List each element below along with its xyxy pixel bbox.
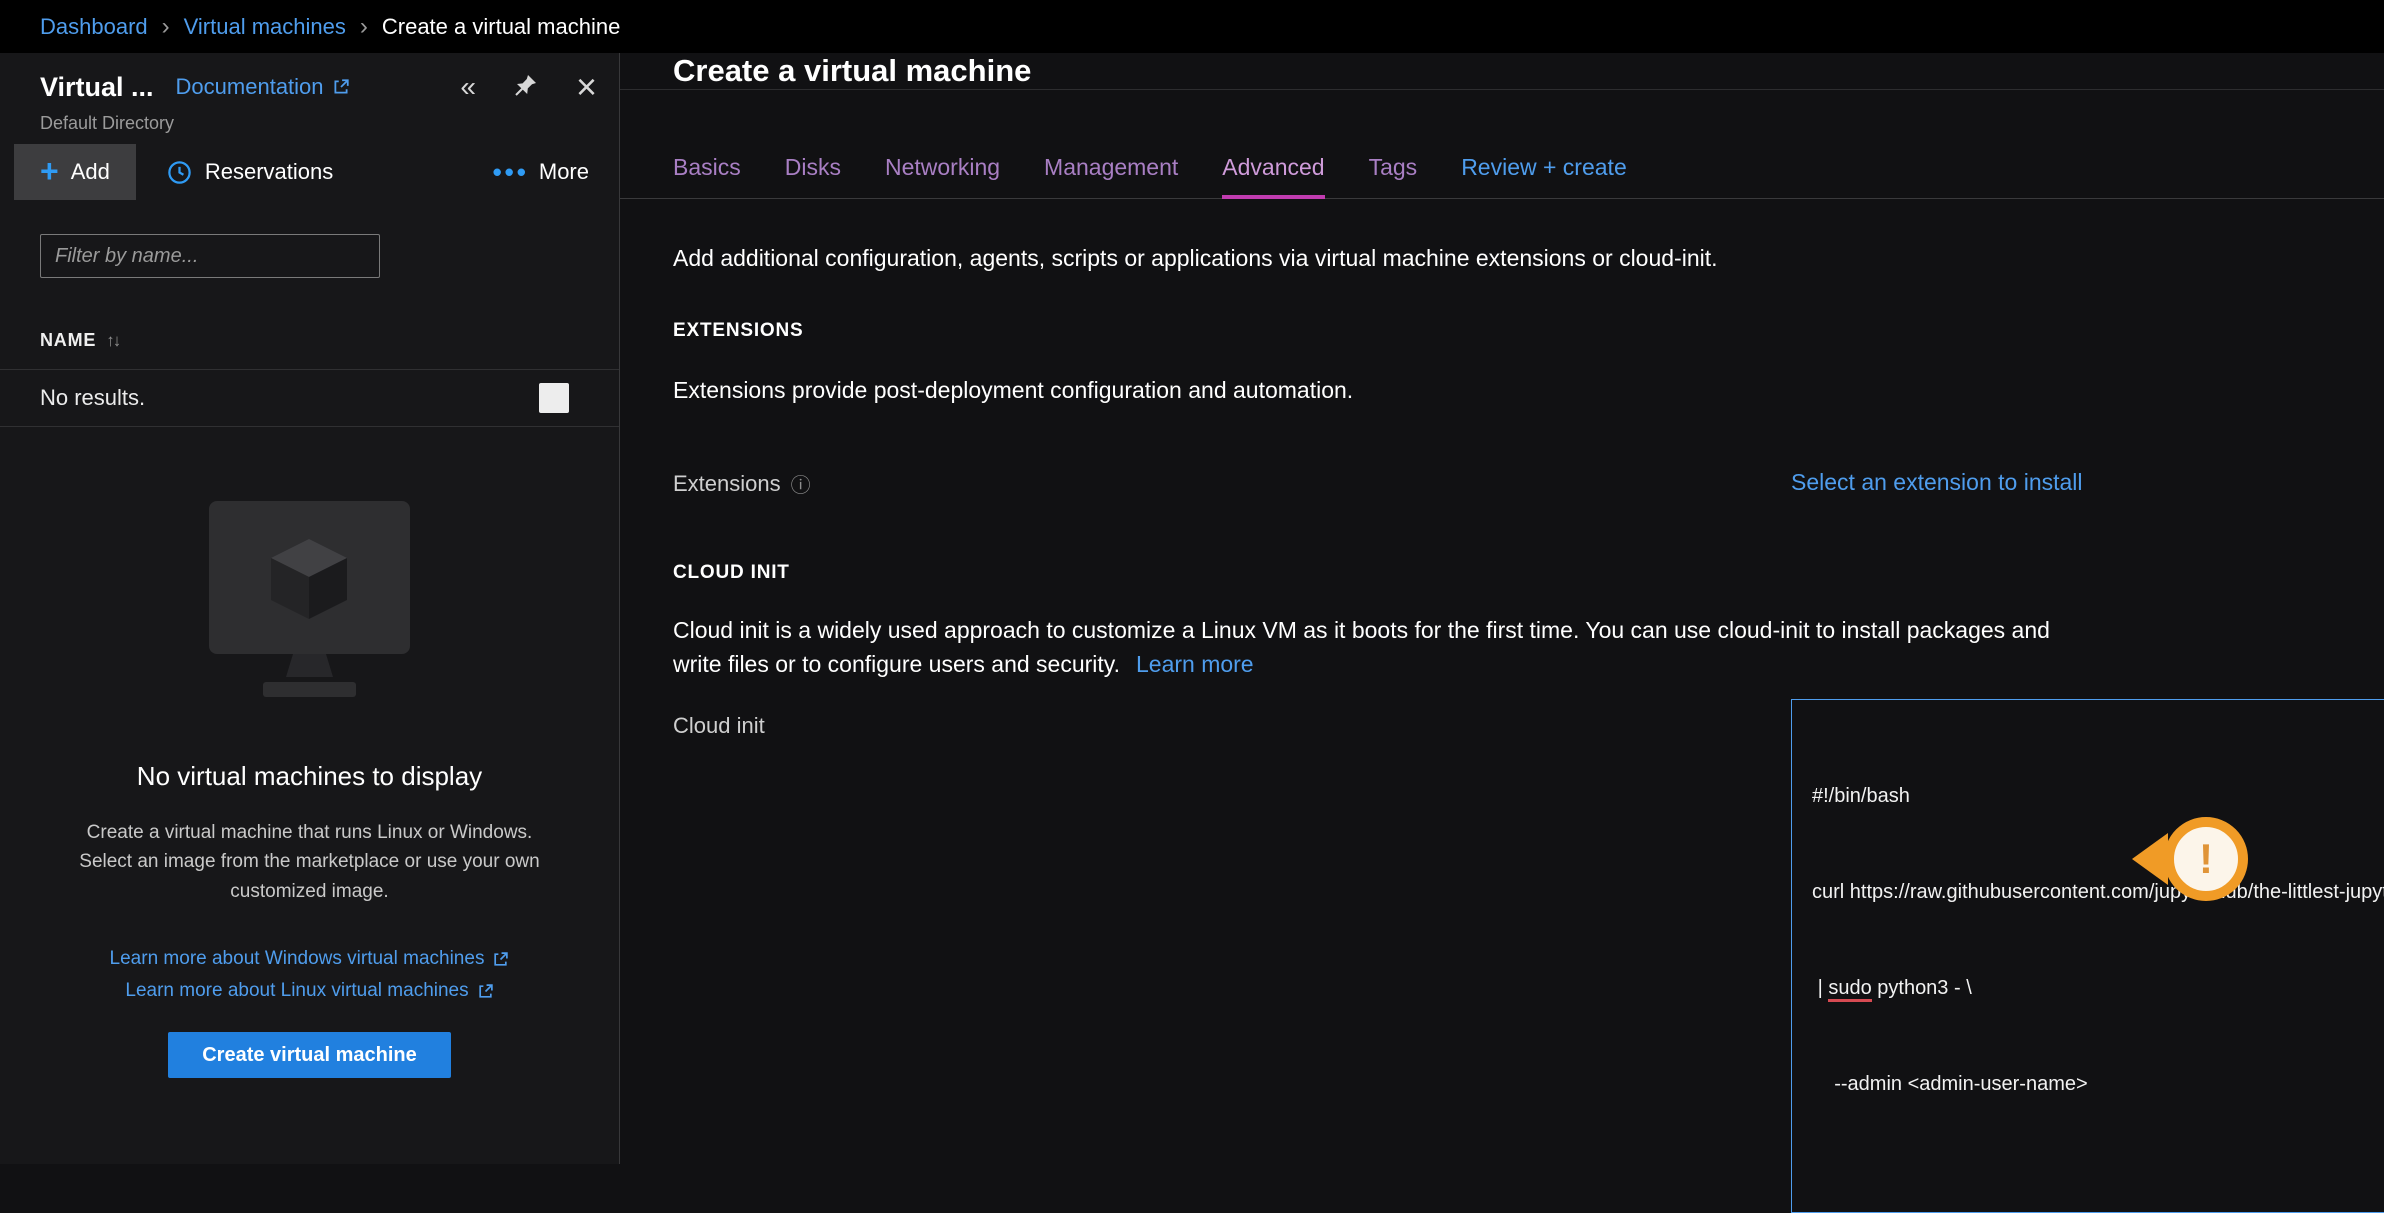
monitor-cube-icon [207,499,412,707]
cloud-init-field-row: Cloud init #!/bin/bash curl https://raw.… [673,699,2384,1213]
breadcrumb-dashboard[interactable]: Dashboard [40,14,148,40]
no-results-row: No results. [0,369,619,427]
no-results-label: No results. [40,385,145,411]
tab-review-create[interactable]: Review + create [1461,154,1627,199]
create-vm-panel: Create a virtual machine Basics Disks Ne… [620,53,2384,1164]
cloud-init-field-label: Cloud init [673,713,765,739]
code-segment: python3 - \ [1872,977,1972,999]
tab-networking[interactable]: Networking [885,154,1000,199]
code-line: | sudo python3 - \ [1812,972,2384,1004]
empty-state-title: No virtual machines to display [44,761,575,792]
blade-title: Virtual ... [40,72,154,103]
learn-linux-link-label: Learn more about Linux virtual machines [125,980,468,1002]
tutorial-pointer: ! [2132,817,2248,901]
collapse-blade-icon[interactable]: « [460,73,476,101]
extensions-field-label: Extensions [673,471,781,497]
sort-icon: ↑↓ [106,331,119,351]
breadcrumb-separator-icon: › [162,13,170,41]
extensions-field-row: Extensions ⓘ Select an extension to inst… [673,455,2384,498]
code-line: curl https://raw.githubusercontent.com/j… [1812,876,2384,908]
create-virtual-machine-button[interactable]: Create virtual machine [168,1032,451,1078]
extensions-heading: EXTENSIONS [673,320,2384,342]
advanced-intro-text: Add additional configuration, agents, sc… [673,245,2384,272]
empty-state-description: Create a virtual machine that runs Linux… [60,818,560,906]
cloud-init-heading: CLOUD INIT [673,562,2384,584]
documentation-link[interactable]: Documentation [176,74,350,100]
virtual-machines-blade: Virtual ... Documentation « × Default Di… [0,53,620,1164]
misspelled-word: sudo [1828,977,1871,1002]
tab-management[interactable]: Management [1044,154,1178,199]
info-icon[interactable]: ⓘ [791,469,811,498]
cloud-init-description-text: Cloud init is a widely used approach to … [673,617,2050,676]
name-column-label: NAME [40,330,96,351]
more-button[interactable]: ••• More [493,159,589,185]
learn-windows-link-label: Learn more about Windows virtual machine… [110,948,485,970]
wizard-tabs: Basics Disks Networking Management Advan… [620,154,2384,199]
cloud-init-description: Cloud init is a widely used approach to … [673,614,2063,681]
tab-basics[interactable]: Basics [673,154,741,199]
tab-tags[interactable]: Tags [1369,154,1418,199]
plus-icon: + [40,155,59,187]
azure-portal-page: Dashboard › Virtual machines › Create a … [0,0,2384,1164]
external-link-icon [332,78,350,96]
breadcrumb: Dashboard › Virtual machines › Create a … [0,0,2384,53]
reservations-button[interactable]: Reservations [166,159,333,186]
blade-toolbar: + Add Reservations ••• More [0,144,619,200]
breadcrumb-virtual-machines[interactable]: Virtual machines [184,14,346,40]
more-button-label: More [539,159,589,185]
pointer-arrow-icon [2132,833,2168,885]
blade-header: Virtual ... Documentation « × Default Di… [0,53,619,144]
documentation-link-label: Documentation [176,74,324,100]
breadcrumb-separator-icon: › [360,13,368,41]
cloud-init-textarea[interactable]: #!/bin/bash curl https://raw.githubuserc… [1791,699,2384,1213]
clock-icon [166,159,193,186]
directory-label: Default Directory [40,113,597,134]
add-button[interactable]: + Add [14,144,136,200]
panel-header: Create a virtual machine [620,53,2384,90]
learn-more-link[interactable]: Learn more [1136,651,1254,677]
close-blade-icon[interactable]: × [576,69,597,105]
row-checkbox[interactable] [539,383,569,413]
empty-state: No virtual machines to display Create a … [0,499,619,1078]
reservations-button-label: Reservations [205,159,333,185]
external-link-icon [492,951,509,968]
add-button-label: Add [71,159,110,185]
select-extension-link[interactable]: Select an extension to install [1791,455,2083,496]
ellipsis-icon: ••• [493,166,529,179]
tab-disks[interactable]: Disks [785,154,841,199]
code-line: #!/bin/bash [1812,780,2384,812]
code-segment: | [1812,977,1828,999]
name-column-header[interactable]: NAME ↑↓ [40,330,579,369]
learn-linux-link[interactable]: Learn more about Linux virtual machines [125,980,493,1002]
page-title: Create a virtual machine [673,53,1031,89]
external-link-icon [477,983,494,1000]
learn-windows-link[interactable]: Learn more about Windows virtual machine… [110,948,510,970]
extensions-description: Extensions provide post-deployment confi… [673,374,2063,407]
breadcrumb-current: Create a virtual machine [382,14,620,40]
tab-advanced[interactable]: Advanced [1222,154,1324,199]
pin-icon[interactable] [514,73,538,102]
code-line: --admin <admin-user-name> [1812,1068,2384,1100]
filter-by-name-input[interactable] [40,234,380,278]
exclamation-icon: ! [2164,817,2248,901]
